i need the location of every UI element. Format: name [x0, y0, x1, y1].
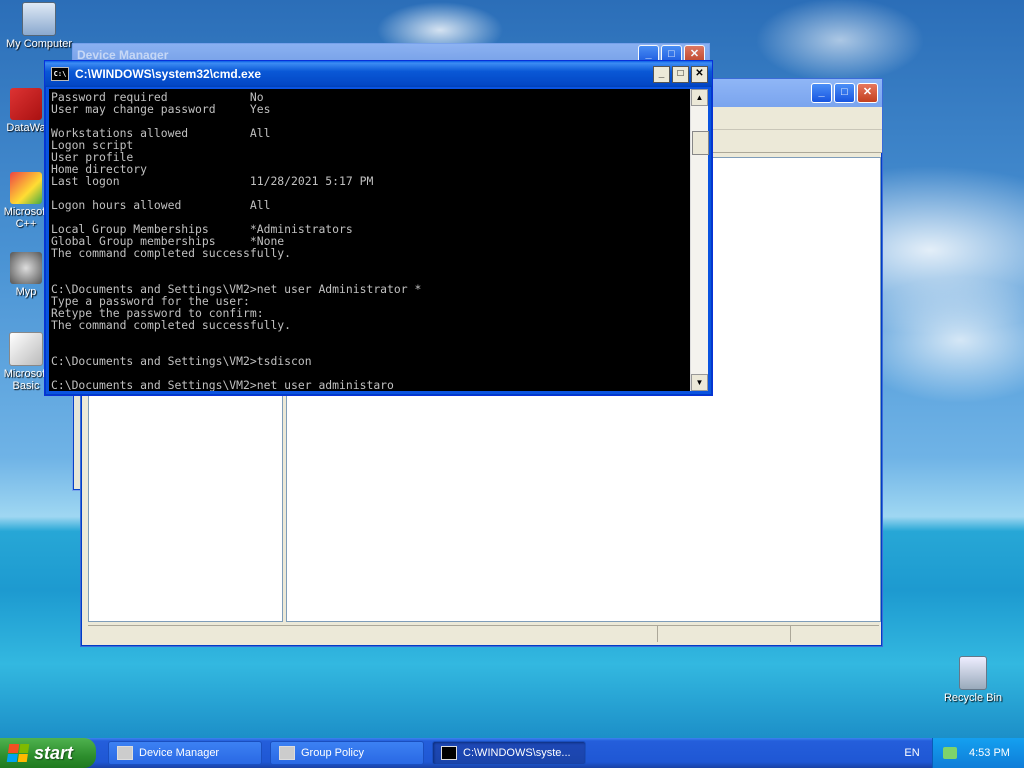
visual-cpp-icon [10, 172, 42, 204]
windows-logo-icon [6, 744, 30, 762]
task-label: Device Manager [139, 747, 220, 759]
device-manager-icon [117, 746, 133, 760]
maximize-button[interactable]: □ [672, 65, 689, 83]
console-output[interactable]: Password required No User may change pas… [49, 89, 690, 391]
desktop-icon-label: Recycle Bin [943, 692, 1003, 704]
taskbar-button-group-policy[interactable]: Group Policy [270, 741, 424, 765]
recycle-bin-icon [959, 656, 987, 690]
app-icon [10, 252, 42, 284]
window-title: C:\WINDOWS\system32\cmd.exe [75, 67, 262, 81]
shortcut-icon [10, 88, 42, 120]
vertical-scrollbar[interactable]: ▲ ▼ [690, 89, 709, 391]
cmd-window[interactable]: C:\ C:\WINDOWS\system32\cmd.exe _ □ ✕ Pa… [44, 60, 713, 396]
network-icon[interactable] [943, 747, 957, 759]
console-text: Password required No User may change pas… [51, 90, 422, 391]
desktop-icon-label: My Computer [5, 38, 73, 50]
start-label: start [34, 742, 74, 763]
start-button[interactable]: start [0, 738, 96, 768]
my-computer-desktop-icon[interactable]: My Computer [2, 2, 76, 50]
recycle-bin-desktop-icon[interactable]: Recycle Bin [936, 656, 1010, 704]
desktop: My Computer DataWa Microsoft C++ Myp Mic… [0, 0, 1024, 738]
scroll-thumb[interactable] [692, 131, 709, 155]
desktop-icon-label: DataWa [6, 122, 46, 134]
desktop-icon-label: Microsoft C++ [3, 206, 49, 230]
console-icon [441, 746, 457, 760]
task-label: Group Policy [301, 747, 364, 759]
minimize-button[interactable]: _ [653, 65, 670, 83]
desktop-icon-label: Myp [15, 286, 37, 298]
clock[interactable]: 4:53 PM [969, 747, 1010, 759]
minimize-button[interactable]: _ [811, 83, 832, 103]
taskbar-button-device-manager[interactable]: Device Manager [108, 741, 262, 765]
visual-basic-icon [9, 332, 43, 366]
language-indicator[interactable]: EN [892, 747, 932, 759]
group-policy-icon [279, 746, 295, 760]
task-label: C:\WINDOWS\syste... [463, 747, 571, 759]
scroll-down-arrow-icon[interactable]: ▼ [691, 374, 708, 391]
scroll-up-arrow-icon[interactable]: ▲ [691, 89, 708, 106]
taskbar-button-cmd[interactable]: C:\WINDOWS\syste... [432, 741, 586, 765]
console-icon: C:\ [51, 67, 69, 81]
cmd-titlebar[interactable]: C:\ C:\WINDOWS\system32\cmd.exe _ □ ✕ [45, 61, 712, 87]
close-button[interactable]: ✕ [857, 83, 878, 103]
status-bar [88, 625, 879, 644]
maximize-button[interactable]: □ [834, 83, 855, 103]
system-tray: 4:53 PM [932, 738, 1024, 768]
desktop-icon-label: Microsoft Basic [3, 368, 49, 392]
close-button[interactable]: ✕ [691, 65, 708, 83]
computer-icon [22, 2, 56, 36]
taskbar: start Device Manager Group Policy C:\WIN… [0, 738, 1024, 768]
